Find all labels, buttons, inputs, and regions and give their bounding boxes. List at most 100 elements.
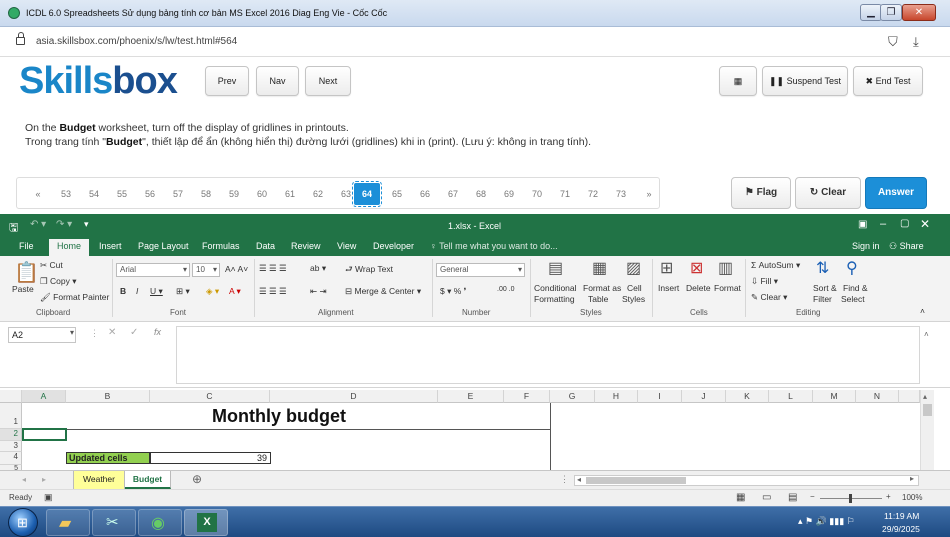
conditional-formatting-icon[interactable]: ▤ (548, 258, 563, 278)
align-left-icon[interactable]: ☰ ☰ ☰ (259, 286, 287, 297)
collapse-formula-icon[interactable]: ˄ (924, 330, 929, 339)
scroll-right-icon[interactable]: ▸ (910, 474, 914, 483)
undo-icon[interactable]: ↶ ▾ (30, 219, 46, 230)
sort-filter-label1[interactable]: Sort & (813, 283, 837, 293)
find-select-label2[interactable]: Select (841, 294, 865, 304)
conditional-formatting-label2[interactable]: Formatting (534, 294, 575, 304)
indent-icon[interactable]: ⇤ ⇥ (310, 286, 327, 297)
page-link[interactable]: 55 (109, 183, 135, 205)
cut-button[interactable]: ✂ Cut (40, 260, 63, 271)
clear-button[interactable]: ↻ Clear (795, 177, 861, 209)
flag-button[interactable]: ⚑ Flag (731, 177, 791, 209)
page-link[interactable]: 60 (249, 183, 275, 205)
row-header[interactable]: 2 (0, 429, 22, 441)
page-link[interactable]: 56 (137, 183, 163, 205)
autosum-button[interactable]: Σ AutoSum ▾ (751, 260, 800, 271)
column-header[interactable]: B (66, 390, 150, 403)
paste-icon[interactable]: 📋 (14, 260, 39, 285)
format-as-table-label2[interactable]: Table (588, 294, 608, 304)
tab-developer[interactable]: Developer (373, 241, 414, 251)
shield-icon[interactable]: ⛉ (888, 34, 898, 50)
tab-view[interactable]: View (337, 241, 356, 251)
vertical-scrollbar[interactable]: ▴ (920, 390, 934, 470)
column-header[interactable]: E (438, 390, 504, 403)
macro-record-icon[interactable]: ▣ (44, 492, 53, 503)
page-link[interactable]: 71 (552, 183, 578, 205)
taskbar-explorer[interactable]: ▰ (46, 509, 90, 536)
currency-icon[interactable]: $ ▾ % ❜ (440, 286, 466, 297)
select-all-corner[interactable] (0, 390, 22, 403)
name-box[interactable]: A2 (8, 327, 76, 343)
copy-button[interactable]: ❐ Copy ▾ (40, 276, 76, 287)
paste-button[interactable]: Paste (12, 284, 34, 294)
page-link[interactable]: 70 (524, 183, 550, 205)
customize-qat-icon[interactable]: ▾ (84, 219, 89, 230)
column-header[interactable]: A (22, 390, 66, 403)
delete-cells-button[interactable]: Delete (686, 283, 711, 293)
clear-format-button[interactable]: ✎ Clear ▾ (751, 292, 787, 303)
page-link[interactable]: 66 (412, 183, 438, 205)
underline-button[interactable]: U ▾ (150, 286, 163, 297)
italic-button[interactable]: I (136, 286, 138, 296)
cancel-icon[interactable]: ✕ (108, 327, 116, 338)
zoom-slider-thumb[interactable] (849, 494, 852, 503)
answer-button[interactable]: Answer (865, 177, 927, 209)
column-header[interactable]: M (813, 390, 856, 403)
row-header[interactable]: 4 (0, 452, 22, 465)
active-cell-a2[interactable] (22, 428, 67, 441)
minimize-button[interactable]: ▁ (860, 4, 882, 21)
worksheet-grid[interactable]: A B C D E F G H I J K L M N 1 2 3 4 5 Mo… (0, 390, 920, 470)
font-size-combo[interactable]: 10 (192, 263, 220, 277)
sort-filter-icon[interactable]: ⇅ (816, 258, 829, 278)
column-header[interactable]: K (726, 390, 769, 403)
column-header[interactable]: N (856, 390, 899, 403)
tab-file[interactable]: File (19, 241, 34, 251)
excel-maximize-icon[interactable]: ▢ (900, 218, 909, 229)
tab-data[interactable]: Data (256, 241, 275, 251)
close-window-button[interactable]: ✕ (902, 4, 936, 21)
row-header[interactable]: 3 (0, 441, 22, 452)
page-link[interactable]: » (636, 183, 662, 205)
page-link[interactable]: 58 (193, 183, 219, 205)
tab-page-layout[interactable]: Page Layout (138, 241, 189, 251)
insert-cells-icon[interactable]: ⊞ (660, 258, 673, 278)
horizontal-scrollbar[interactable]: ◂ (574, 475, 919, 486)
redo-icon[interactable]: ↷ ▾ (56, 219, 72, 230)
find-select-label1[interactable]: Find & (843, 283, 868, 293)
page-layout-view-icon[interactable]: ▭ (762, 492, 771, 503)
zoom-out-icon[interactable]: − (810, 492, 815, 501)
font-name-combo[interactable]: Arial (116, 263, 190, 277)
sign-in-link[interactable]: Sign in (852, 241, 880, 251)
bold-button[interactable]: B (120, 286, 126, 296)
font-grow-icon[interactable]: A˄ A˅ (225, 264, 248, 274)
taskbar-excel[interactable]: X (184, 509, 228, 536)
name-box-dropdown-icon[interactable]: ▾ (70, 328, 74, 337)
font-color-icon[interactable]: A ▾ (229, 286, 241, 297)
wrap-text-button[interactable]: ⮐ Wrap Text (345, 264, 393, 278)
column-header[interactable]: I (638, 390, 682, 403)
tray-icons[interactable]: ▴ ⚑ 🔊 ▮▮▮ ⚐ (798, 516, 855, 527)
tab-home[interactable]: Home (49, 239, 90, 256)
sheet-tab-weather[interactable]: Weather (73, 471, 125, 489)
merge-center-button[interactable]: ⊟ Merge & Center ▾ (345, 286, 421, 297)
cell-updated-label[interactable]: Updated cells (66, 452, 150, 464)
page-link[interactable]: « (25, 183, 51, 205)
borders-icon[interactable]: ⊞ ▾ (176, 286, 190, 297)
tab-review[interactable]: Review (291, 241, 321, 251)
format-as-table-label1[interactable]: Format as (583, 283, 621, 293)
page-link[interactable]: 65 (384, 183, 410, 205)
cell-styles-label2[interactable]: Styles (622, 294, 645, 304)
scroll-thumb[interactable] (586, 477, 686, 484)
conditional-formatting-label1[interactable]: Conditional (534, 283, 577, 293)
orientation-icon[interactable]: ab ▾ (310, 263, 326, 274)
format-painter-button[interactable]: 🖌 Format Painter (40, 292, 109, 303)
column-header[interactable]: G (550, 390, 595, 403)
ribbon-display-icon[interactable]: ▣ (858, 219, 867, 230)
normal-view-icon[interactable]: ▦ (736, 492, 745, 503)
column-header[interactable]: D (270, 390, 438, 403)
prev-button[interactable]: Prev (205, 66, 249, 96)
number-format-combo[interactable]: General (436, 263, 525, 277)
page-link[interactable]: 62 (305, 183, 331, 205)
decimal-icon[interactable]: .00 .0 (497, 286, 515, 293)
cell-styles-icon[interactable]: ▨ (626, 258, 641, 278)
